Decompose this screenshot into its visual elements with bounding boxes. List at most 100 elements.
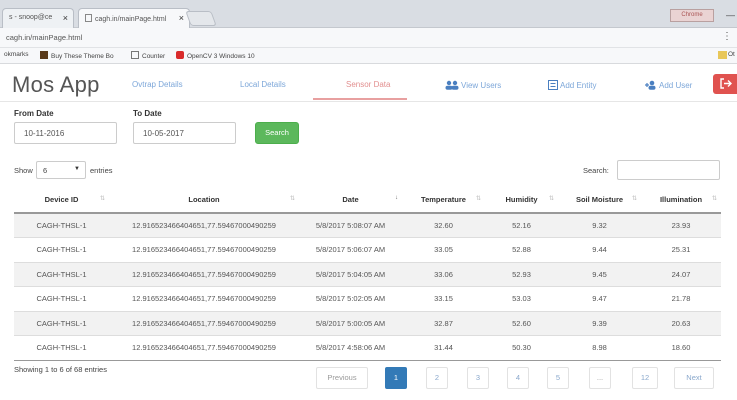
bookmark-item[interactable]: Counter [131, 51, 165, 60]
url-text[interactable]: cagh.in/mainPage.html [6, 33, 82, 42]
column-header-temperature[interactable]: Temperature ⇅ [402, 187, 485, 214]
page-icon [85, 14, 92, 22]
column-header-label: Soil Moisture [575, 195, 624, 204]
bookmarks-bar: okmarks Buy These Theme Bo Counter OpenC… [0, 48, 737, 64]
tab-label: cagh.in/mainPage.html [95, 16, 167, 23]
table-search-label: Search: [583, 166, 609, 175]
browser-user-button[interactable]: Chrome [670, 9, 714, 22]
add-user-icon [645, 80, 656, 90]
cell-soil-moisture: 8.98 [558, 335, 641, 361]
bookmark-label: Buy These Theme Bo [51, 53, 114, 60]
nav-view-users[interactable]: View Users [445, 80, 501, 90]
nav-add-user[interactable]: Add User [645, 80, 692, 90]
table-row: CAGH-THSL-1 12.916523466404651,77.594670… [14, 212, 721, 238]
tab-close-icon[interactable]: × [179, 13, 184, 23]
table-header-row: Device ID ⇅ Location ⇅ Date ↓ Temperature ⇅ … [14, 187, 721, 214]
cell-date: 5/8/2017 5:04:05 AM [299, 261, 402, 287]
cell-humidity: 52.16 [485, 212, 558, 238]
cell-location: 12.916523466404651,77.59467000490259 [109, 237, 299, 262]
pagination-page-4[interactable]: 4 [507, 367, 529, 389]
active-nav-indicator [313, 98, 407, 100]
cell-location: 12.916523466404651,77.59467000490259 [109, 310, 299, 336]
nav-label: Add Entity [560, 81, 597, 90]
bookmark-label: OpenCV 3 Windows 10 [187, 53, 255, 60]
sort-icon: ⇅ [631, 196, 637, 202]
column-header-date[interactable]: Date ↓ [299, 187, 402, 214]
app-logo[interactable]: Mos App [12, 72, 100, 98]
cell-illumination: 25.31 [641, 237, 721, 262]
sort-desc-icon: ↓ [395, 195, 398, 201]
table-row: CAGH-THSL-1 12.916523466404651,77.594670… [14, 261, 721, 287]
cell-soil-moisture: 9.32 [558, 212, 641, 238]
page-size-value: 6 [43, 166, 48, 175]
column-header-device-id[interactable]: Device ID ⇅ [14, 187, 109, 214]
table-row: CAGH-THSL-1 12.916523466404651,77.594670… [14, 335, 721, 361]
logout-icon [720, 78, 732, 89]
browser-menu-icon[interactable]: ⋮ [722, 31, 732, 42]
browser-tab-active[interactable]: cagh.in/mainPage.html × [78, 8, 190, 28]
tab-close-icon[interactable]: × [63, 13, 68, 23]
other-bookmarks[interactable]: Ot [728, 51, 735, 58]
minimize-icon[interactable]: — [726, 10, 735, 20]
cell-humidity: 50.30 [485, 335, 558, 361]
cell-humidity: 52.88 [485, 237, 558, 262]
nav-ovtrap-details[interactable]: Ovtrap Details [132, 80, 183, 89]
browser-tab-bar: s - snoop@ce × cagh.in/mainPage.html × C… [0, 0, 737, 28]
sensor-data-table: Device ID ⇅ Location ⇅ Date ↓ Temperature ⇅ … [14, 187, 721, 361]
column-header-label: Device ID [44, 195, 79, 204]
users-icon [445, 80, 459, 90]
sort-icon: ⇅ [99, 196, 105, 202]
column-header-label: Location [188, 195, 220, 204]
folder-icon[interactable] [718, 51, 727, 59]
cell-illumination: 18.60 [641, 335, 721, 361]
from-date-input[interactable]: 10-11-2016 [14, 122, 117, 144]
table-search-input[interactable] [617, 160, 720, 180]
column-header-soil-moisture[interactable]: Soil Moisture ⇅ [558, 187, 641, 214]
pagination-page-3[interactable]: 3 [467, 367, 489, 389]
cell-soil-moisture: 9.45 [558, 261, 641, 287]
app-header: Mos App Ovtrap Details Local Details Sen… [0, 64, 737, 102]
browser-tab[interactable]: s - snoop@ce × [2, 8, 74, 28]
nav-add-entity[interactable]: Add Entity [548, 80, 596, 90]
cell-date: 5/8/2017 5:08:07 AM [299, 212, 402, 238]
cell-device-id: CAGH-THSL-1 [14, 212, 109, 238]
bookmark-item[interactable]: okmarks [4, 51, 29, 58]
cell-device-id: CAGH-THSL-1 [14, 261, 109, 287]
cell-location: 12.916523466404651,77.59467000490259 [109, 212, 299, 238]
page-size-select[interactable]: 6 ▼ [36, 161, 86, 179]
caret-down-icon: ▼ [74, 166, 80, 172]
column-header-label: Illumination [659, 195, 703, 204]
nav-sensor-data[interactable]: Sensor Data [346, 80, 390, 89]
pagination-page-5[interactable]: 5 [547, 367, 569, 389]
from-date-label: From Date [14, 109, 54, 118]
cell-illumination: 23.93 [641, 212, 721, 238]
pagination-previous[interactable]: Previous [316, 367, 368, 389]
column-header-location[interactable]: Location ⇅ [109, 187, 299, 214]
cell-location: 12.916523466404651,77.59467000490259 [109, 261, 299, 287]
cell-illumination: 24.07 [641, 261, 721, 287]
pagination-next[interactable]: Next [674, 367, 714, 389]
new-tab-button[interactable] [185, 11, 217, 26]
logout-button[interactable] [713, 74, 737, 94]
search-button[interactable]: Search [255, 122, 299, 144]
bookmark-icon [40, 51, 48, 59]
pagination-page-12[interactable]: 12 [632, 367, 658, 389]
bookmark-label: Counter [142, 53, 166, 60]
cell-illumination: 21.78 [641, 286, 721, 311]
pagination-ellipsis: ... [589, 367, 611, 389]
page-icon [131, 51, 139, 59]
column-header-label: Temperature [421, 195, 466, 204]
table-row: CAGH-THSL-1 12.916523466404651,77.594670… [14, 310, 721, 336]
cell-date: 5/8/2017 5:02:05 AM [299, 286, 402, 311]
pagination-page-1[interactable]: 1 [385, 367, 407, 389]
address-bar[interactable]: cagh.in/mainPage.html ⋮ [0, 28, 737, 48]
column-header-illumination[interactable]: Illumination ⇅ [641, 187, 721, 214]
cell-soil-moisture: 9.44 [558, 237, 641, 262]
bookmark-item[interactable]: OpenCV 3 Windows 10 [176, 51, 255, 60]
sort-icon: ⇅ [289, 196, 295, 202]
to-date-input[interactable]: 10-05-2017 [133, 122, 236, 144]
pagination-page-2[interactable]: 2 [426, 367, 448, 389]
nav-local-details[interactable]: Local Details [240, 80, 286, 89]
bookmark-item[interactable]: Buy These Theme Bo [40, 51, 114, 60]
column-header-humidity[interactable]: Humidity ⇅ [485, 187, 558, 214]
